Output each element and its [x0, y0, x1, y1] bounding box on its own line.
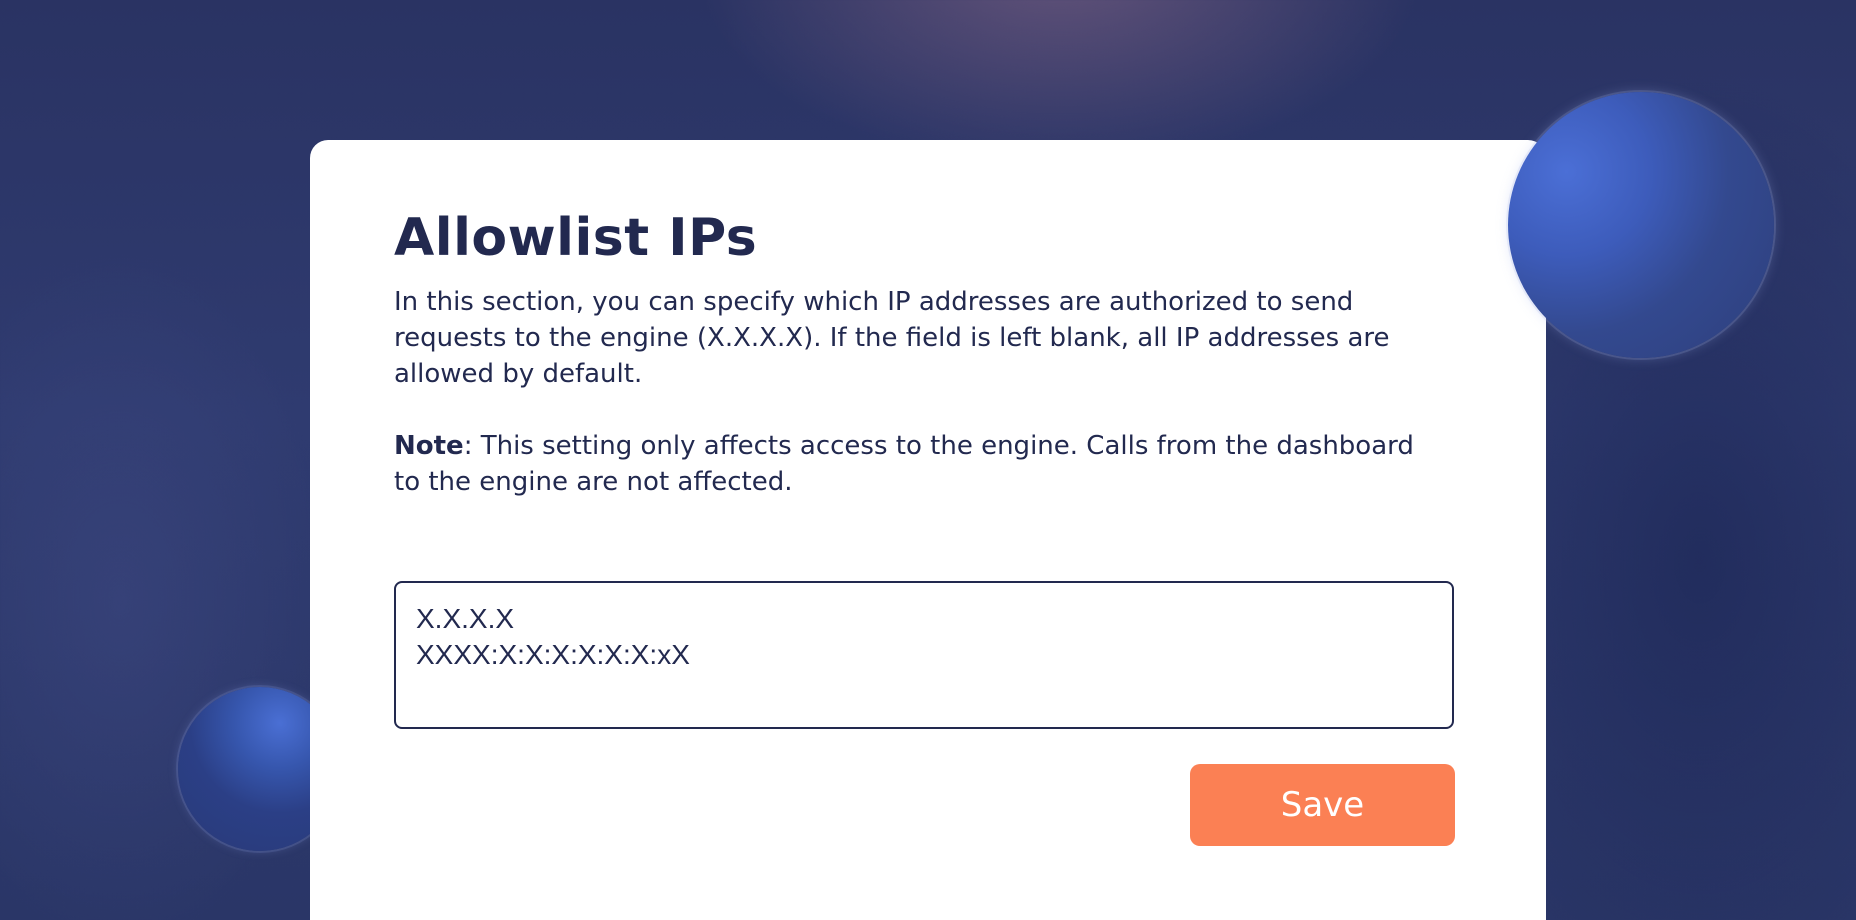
allowlist-card: Allowlist IPs In this section, you can s… — [310, 140, 1546, 920]
page-title: Allowlist IPs — [394, 208, 758, 268]
decorative-sphere-right — [1508, 92, 1774, 358]
note-paragraph: Note: This setting only affects access t… — [394, 428, 1434, 500]
note-text: : This setting only affects access to th… — [394, 431, 1414, 497]
ip-allowlist-value: X.X.X.X XXXX:X:X:X:X:X:X:xX — [416, 603, 690, 670]
ip-allowlist-textarea[interactable]: X.X.X.X XXXX:X:X:X:X:X:X:xX — [394, 581, 1454, 729]
section-description: In this section, you can specify which I… — [394, 287, 1390, 389]
note-label: Note — [394, 431, 464, 461]
save-button[interactable]: Save — [1190, 764, 1455, 846]
